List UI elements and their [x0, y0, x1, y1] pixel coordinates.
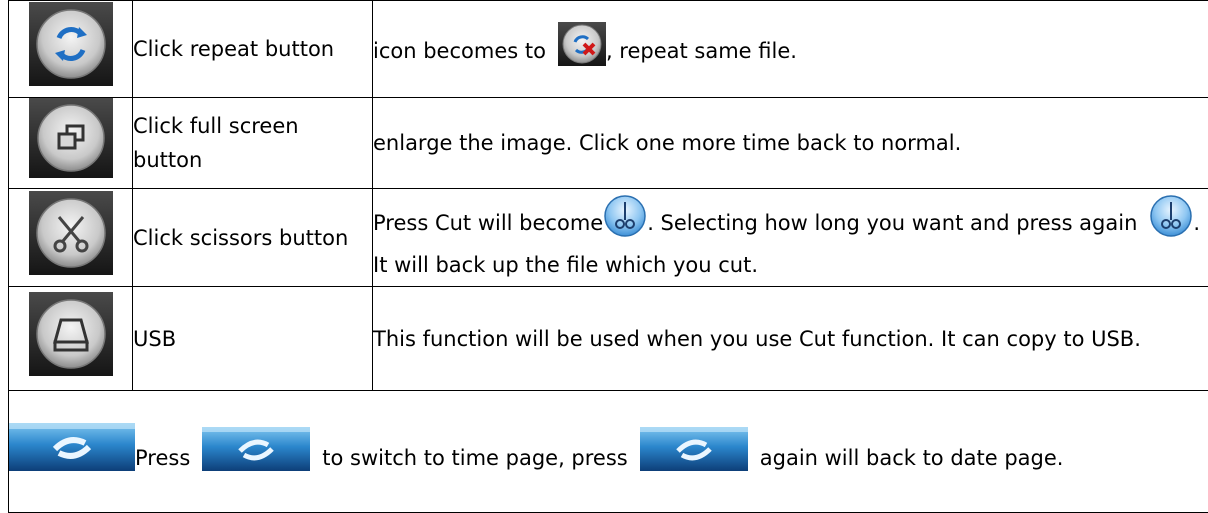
- full-screen-icon: [29, 98, 113, 188]
- icon-cell: [9, 98, 133, 189]
- footer-note: Press to switch to time page, press agai…: [9, 391, 1208, 513]
- icon-cell: [9, 1, 133, 98]
- switch-page-icon: [640, 427, 748, 481]
- row-description: enlarge the image. Click one more time b…: [373, 98, 1208, 189]
- row-label: Click full screen button: [133, 98, 373, 189]
- footer-text: to switch to time page, press: [322, 446, 627, 470]
- table-row: USB This function will be used when you …: [9, 287, 1208, 391]
- usb-icon: [29, 292, 113, 386]
- row-label: Click repeat button: [133, 1, 373, 98]
- row-label: Click scissors button: [133, 189, 373, 287]
- switch-page-icon: [202, 427, 310, 481]
- icon-cell: [9, 189, 133, 287]
- description-text: . Selecting how long you want and press …: [647, 211, 1137, 235]
- table-row: Click scissors button Press Cut will bec…: [9, 189, 1208, 287]
- table-row: Click full screen button enlarge the ima…: [9, 98, 1208, 189]
- row-description: This function will be used when you use …: [373, 287, 1208, 391]
- repeat-icon: [29, 2, 113, 96]
- cut-active-icon: [603, 194, 647, 248]
- description-text: Press Cut will become: [373, 211, 603, 235]
- repeat-off-icon: [558, 22, 606, 76]
- description-text: icon becomes to: [373, 39, 546, 63]
- row-description: Press Cut will become . Selecting how lo…: [373, 189, 1208, 287]
- footer-text: Press: [135, 446, 190, 470]
- row-description: icon becomes to , repeat same file.: [373, 1, 1208, 98]
- switch-page-icon: [9, 423, 135, 481]
- icon-cell: [9, 287, 133, 391]
- row-label: USB: [133, 287, 373, 391]
- footer-text: again will back to date page.: [760, 446, 1064, 470]
- scissors-icon: [29, 191, 113, 285]
- cut-active-icon: [1149, 194, 1193, 248]
- function-table: Click repeat button icon becomes to , re…: [8, 0, 1208, 513]
- table-row: Click repeat button icon becomes to , re…: [9, 1, 1208, 98]
- table-row: Press to switch to time page, press agai…: [9, 391, 1208, 513]
- description-text: , repeat same file.: [606, 39, 797, 63]
